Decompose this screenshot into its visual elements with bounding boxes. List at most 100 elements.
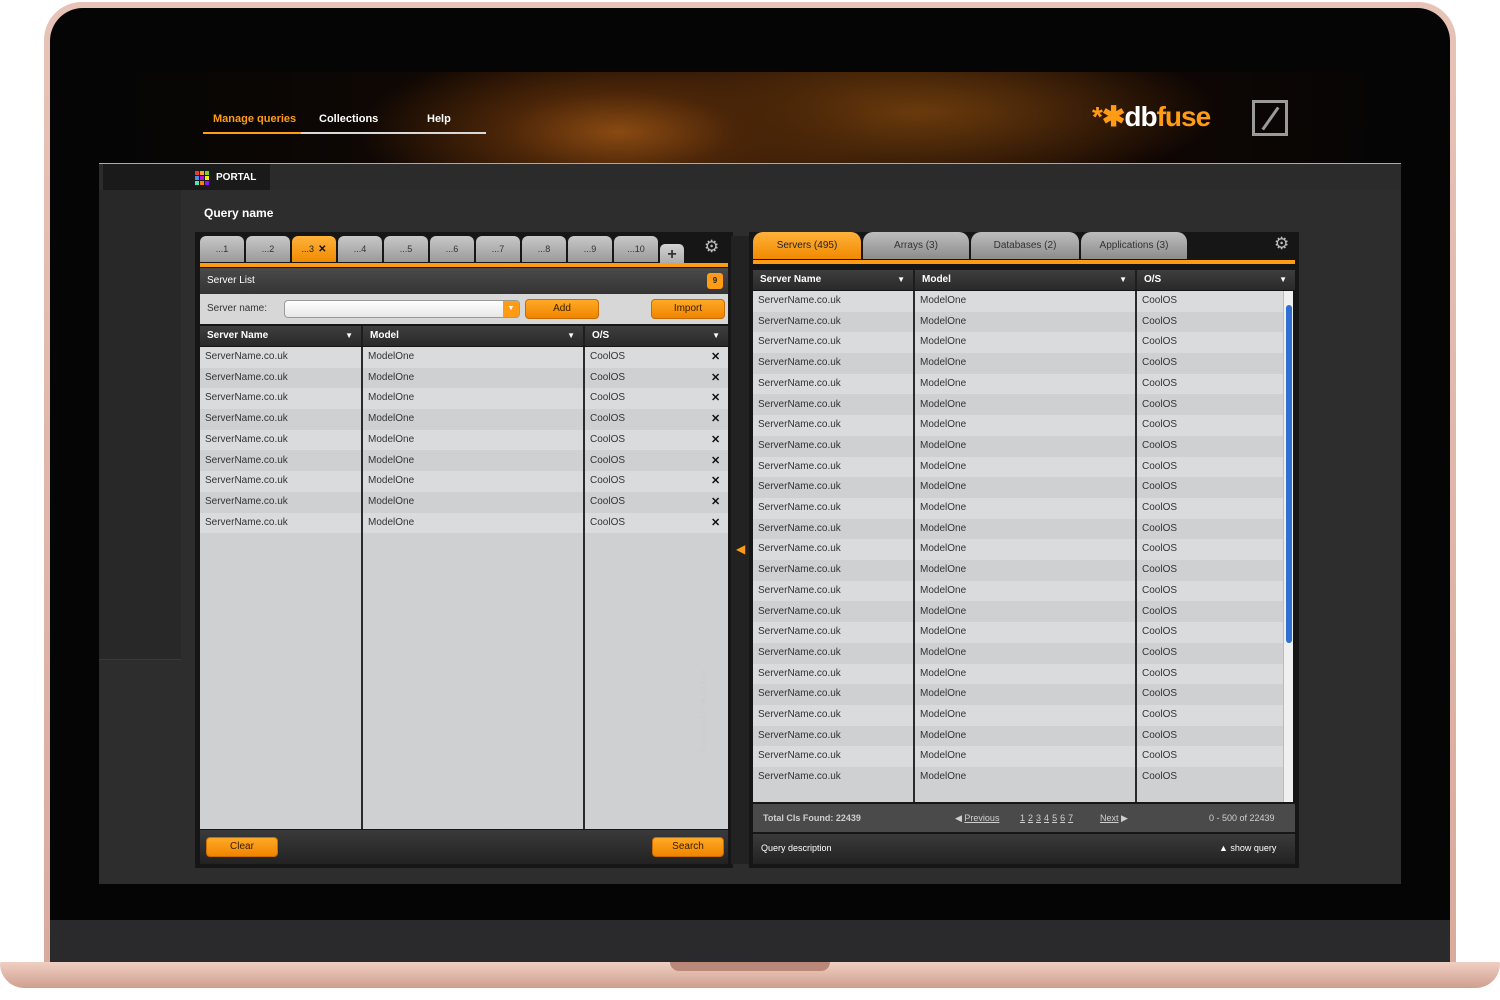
scrollbar-thumb[interactable] bbox=[1286, 305, 1292, 643]
table-row[interactable]: ServerName.co.uk ModelOne CoolOS bbox=[753, 456, 1283, 478]
results-scrollbar[interactable] bbox=[1283, 291, 1293, 802]
import-button[interactable]: Import bbox=[651, 299, 725, 319]
remove-row-icon[interactable]: ✕ bbox=[711, 409, 720, 430]
table-row[interactable]: ServerName.co.uk ModelOne CoolOS bbox=[753, 312, 1283, 333]
next-label[interactable]: Next bbox=[1100, 813, 1119, 823]
table-row[interactable]: ServerName.co.uk ModelOne CoolOS bbox=[753, 726, 1283, 747]
table-row[interactable]: ServerName.co.uk ModelOne CoolOS bbox=[753, 498, 1283, 519]
page-title: Query name bbox=[204, 206, 274, 220]
dropdown-icon[interactable]: ▼ bbox=[503, 301, 519, 317]
remove-row-icon[interactable]: ✕ bbox=[711, 471, 720, 492]
table-row[interactable]: ServerName.co.uk ModelOne CoolOS ✕ bbox=[200, 512, 728, 534]
tab-8[interactable]: ...8 bbox=[522, 236, 566, 262]
next-link[interactable]: Next ▶ bbox=[1100, 813, 1128, 824]
tab-4[interactable]: ...4 bbox=[338, 236, 382, 262]
page-link[interactable]: 7 bbox=[1068, 813, 1073, 823]
table-row[interactable]: ServerName.co.uk ModelOne CoolOS bbox=[753, 622, 1283, 643]
show-query-toggle[interactable]: ▲ show query bbox=[1219, 843, 1276, 853]
table-row[interactable]: ServerName.co.uk ModelOne CoolOS bbox=[753, 477, 1283, 498]
table-row[interactable]: ServerName.co.uk ModelOne CoolOS bbox=[753, 705, 1283, 726]
tab-9[interactable]: ...9 bbox=[568, 236, 612, 262]
rcol-model[interactable]: Model ▼ bbox=[915, 270, 1137, 290]
tab-servers[interactable]: Servers (495) bbox=[753, 232, 861, 259]
tab-5[interactable]: ...5 bbox=[384, 236, 428, 262]
table-row[interactable]: ServerName.co.uk ModelOne CoolOS ✕ bbox=[200, 492, 728, 513]
page-link[interactable]: 5 bbox=[1052, 813, 1057, 823]
tab-arrays[interactable]: Arrays (3) bbox=[863, 232, 969, 259]
col-os[interactable]: O/S ▼ bbox=[585, 326, 728, 346]
rcol-server-name[interactable]: Server Name ▼ bbox=[753, 270, 915, 290]
table-row[interactable]: ServerName.co.uk ModelOne CoolOS ✕ bbox=[200, 368, 728, 389]
tab-7[interactable]: ...7 bbox=[476, 236, 520, 262]
table-row[interactable]: ServerName.co.uk ModelOne CoolOS ✕ bbox=[200, 409, 728, 430]
collapse-arrow-icon[interactable]: ◀ bbox=[736, 542, 745, 556]
table-row[interactable]: ServerName.co.uk ModelOne CoolOS bbox=[753, 684, 1283, 705]
remove-row-icon[interactable]: ✕ bbox=[711, 451, 720, 472]
table-row[interactable]: ServerName.co.uk ModelOne CoolOS bbox=[753, 767, 1283, 788]
previous-link[interactable]: ◀ Previous bbox=[955, 813, 999, 824]
table-row[interactable]: ServerName.co.uk ModelOne CoolOS ✕ bbox=[200, 388, 728, 410]
table-row[interactable]: ServerName.co.uk ModelOne CoolOS bbox=[753, 663, 1283, 685]
sort-triangle-icon[interactable]: ▼ bbox=[345, 326, 353, 346]
table-row[interactable]: ServerName.co.uk ModelOne CoolOS bbox=[753, 373, 1283, 395]
remove-row-icon[interactable]: ✕ bbox=[711, 368, 720, 389]
tab-1[interactable]: ...1 bbox=[200, 236, 244, 262]
sort-triangle-icon[interactable]: ▼ bbox=[712, 326, 720, 346]
remove-row-icon[interactable]: ✕ bbox=[711, 430, 720, 451]
remove-row-icon[interactable]: ✕ bbox=[711, 492, 720, 513]
table-row[interactable]: ServerName.co.uk ModelOne CoolOS bbox=[753, 560, 1283, 581]
table-row[interactable]: ServerName.co.uk ModelOne CoolOS bbox=[753, 332, 1283, 354]
tab-3-active[interactable]: ...3 ✕ bbox=[292, 236, 336, 262]
table-row[interactable]: ServerName.co.uk ModelOne CoolOS bbox=[753, 539, 1283, 561]
table-row[interactable]: ServerName.co.uk ModelOne CoolOS bbox=[753, 519, 1283, 540]
nav-manage-queries[interactable]: Manage queries bbox=[213, 113, 296, 125]
remove-row-icon[interactable]: ✕ bbox=[711, 513, 720, 534]
sort-triangle-icon[interactable]: ▼ bbox=[1279, 270, 1287, 290]
nav-collections[interactable]: Collections bbox=[319, 113, 378, 125]
table-row[interactable]: ServerName.co.uk ModelOne CoolOS bbox=[753, 291, 1283, 312]
tab-2[interactable]: ...2 bbox=[246, 236, 290, 262]
cell-os: CoolOS bbox=[1142, 605, 1178, 617]
table-row[interactable]: ServerName.co.uk ModelOne CoolOS ✕ bbox=[200, 429, 728, 451]
tab-applications[interactable]: Applications (3) bbox=[1081, 232, 1187, 259]
sort-triangle-icon[interactable]: ▼ bbox=[1119, 270, 1127, 290]
table-row[interactable]: ServerName.co.uk ModelOne CoolOS bbox=[753, 643, 1283, 664]
sort-triangle-icon[interactable]: ▼ bbox=[567, 326, 575, 346]
table-row[interactable]: ServerName.co.uk ModelOne CoolOS ✕ bbox=[200, 471, 728, 492]
table-row[interactable]: ServerName.co.uk ModelOne CoolOS bbox=[753, 395, 1283, 416]
gear-icon[interactable]: ⚙ bbox=[704, 237, 719, 257]
table-row[interactable]: ServerName.co.uk ModelOne CoolOS bbox=[753, 353, 1283, 374]
tab-10[interactable]: ...10 bbox=[614, 236, 658, 262]
gear-icon[interactable]: ⚙ bbox=[1274, 234, 1289, 254]
tab-6[interactable]: ...6 bbox=[430, 236, 474, 262]
col-model[interactable]: Model ▼ bbox=[363, 326, 585, 346]
table-row[interactable]: ServerName.co.uk ModelOne CoolOS bbox=[753, 602, 1283, 623]
server-name-input[interactable]: ▼ bbox=[284, 300, 520, 318]
table-row[interactable]: ServerName.co.uk ModelOne CoolOS ✕ bbox=[200, 451, 728, 472]
page-link[interactable]: 1 bbox=[1020, 813, 1025, 823]
table-row[interactable]: ServerName.co.uk ModelOne CoolOS bbox=[753, 415, 1283, 436]
table-row[interactable]: ServerName.co.uk ModelOne CoolOS ✕ bbox=[200, 347, 728, 368]
tab-databases[interactable]: Databases (2) bbox=[971, 232, 1079, 259]
search-button[interactable]: Search bbox=[652, 837, 724, 857]
table-row[interactable]: ServerName.co.uk ModelOne CoolOS bbox=[753, 436, 1283, 457]
col-server-name[interactable]: Server Name ▼ bbox=[200, 326, 363, 346]
cell-model: ModelOne bbox=[368, 371, 415, 383]
page-link[interactable]: 6 bbox=[1060, 813, 1065, 823]
table-row[interactable]: ServerName.co.uk ModelOne CoolOS bbox=[753, 746, 1283, 768]
portal-link[interactable]: PORTAL bbox=[216, 172, 256, 183]
sort-triangle-icon[interactable]: ▼ bbox=[897, 270, 905, 290]
page-link[interactable]: 2 bbox=[1028, 813, 1033, 823]
page-link[interactable]: 4 bbox=[1044, 813, 1049, 823]
remove-row-icon[interactable]: ✕ bbox=[711, 347, 720, 368]
nav-help[interactable]: Help bbox=[427, 113, 451, 125]
previous-label[interactable]: Previous bbox=[964, 813, 999, 823]
remove-row-icon[interactable]: ✕ bbox=[711, 388, 720, 409]
rcol-os[interactable]: O/S ▼ bbox=[1137, 270, 1295, 290]
table-row[interactable]: ServerName.co.uk ModelOne CoolOS bbox=[753, 580, 1283, 602]
cell-os: CoolOS bbox=[1142, 315, 1178, 327]
add-button[interactable]: Add bbox=[525, 299, 599, 319]
clear-button[interactable]: Clear bbox=[206, 837, 278, 857]
close-icon[interactable]: ✕ bbox=[318, 244, 326, 255]
page-link[interactable]: 3 bbox=[1036, 813, 1041, 823]
